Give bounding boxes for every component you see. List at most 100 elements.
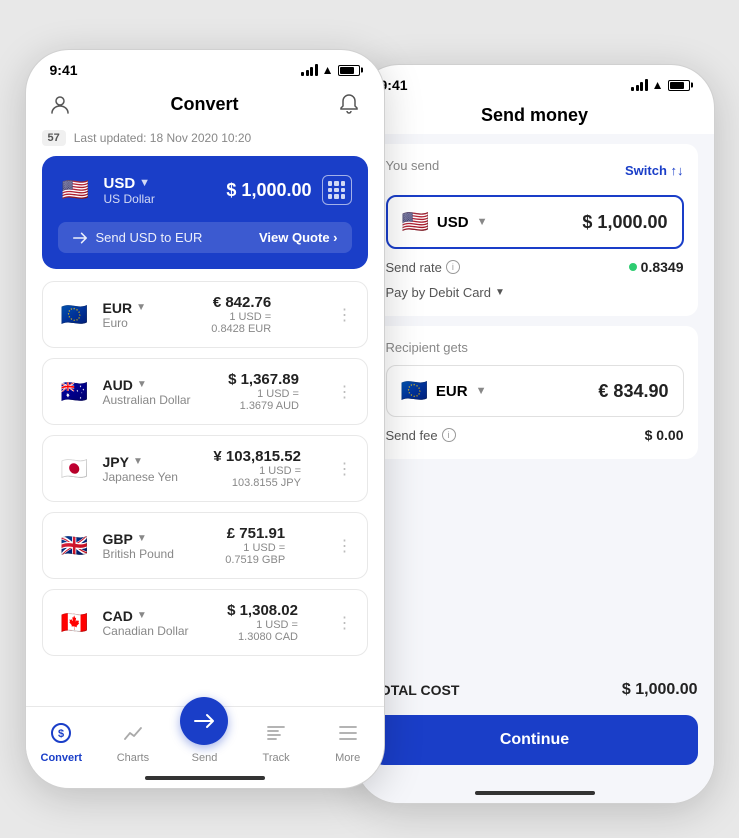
page-title-send: Send money — [481, 105, 588, 126]
home-indicator — [145, 776, 265, 780]
info-icon[interactable]: i — [446, 260, 460, 274]
usd-caret: ▼ — [477, 216, 488, 228]
usd-code-send: USD — [437, 214, 469, 231]
rate-value: 0.8349 — [641, 259, 684, 275]
fee-label: Send fee — [386, 428, 438, 443]
time-left: 9:41 — [50, 62, 78, 78]
more-options-icon[interactable]: ⋮ — [336, 459, 352, 479]
keypad-icon[interactable] — [322, 175, 352, 205]
convert-phone: 9:41 ▲ Conv — [25, 49, 385, 789]
eur-caret: ▼ — [476, 385, 487, 397]
more-options-icon[interactable]: ⋮ — [336, 382, 352, 402]
send-currency-row[interactable]: 🇺🇸 USD ▼ $ 1,000.00 — [386, 195, 684, 249]
rate-dot — [629, 263, 637, 271]
send-usd-to-eur-button[interactable]: Send USD to EUR View Quote › — [58, 222, 352, 253]
main-currency-amount: $ 1,000.00 — [226, 180, 311, 201]
continue-button[interactable]: Continue — [372, 715, 698, 765]
update-badge: 57 — [42, 130, 66, 146]
currency-list: 🇪🇺 EUR ▼ Euro € 842.76 1 USD = 0.8428 — [26, 269, 384, 706]
rate-row: Send rate i 0.8349 — [386, 249, 684, 279]
status-icons-left: ▲ — [301, 63, 359, 77]
nav-bar-send: Send money — [356, 99, 714, 134]
tab-convert-label: Convert — [41, 752, 83, 764]
tab-charts[interactable]: Charts — [97, 717, 169, 764]
tab-convert[interactable]: $ Convert — [26, 717, 98, 764]
battery-icon — [668, 80, 690, 91]
tab-track-label: Track — [263, 752, 290, 764]
total-value: $ 1,000.00 — [622, 681, 698, 699]
page-title-convert: Convert — [170, 94, 238, 115]
main-currency-row: 🇺🇸 USD ▼ US Dollar $ 1,000.00 — [58, 172, 352, 208]
fee-row: Send fee i $ 0.00 — [386, 417, 684, 445]
pay-method-row[interactable]: Pay by Debit Card ▼ — [386, 279, 684, 302]
you-send-label: You send — [386, 158, 440, 173]
recipient-section: Recipient gets 🇪🇺 EUR ▼ € 834.90 Send fe… — [372, 326, 698, 459]
list-item[interactable]: 🇪🇺 EUR ▼ Euro € 842.76 1 USD = 0.8428 — [42, 281, 368, 348]
tab-send[interactable]: Send — [169, 717, 241, 764]
view-quote-btn[interactable]: View Quote › — [259, 230, 338, 245]
battery-icon — [338, 65, 360, 76]
send-amount-value: $ 1,000.00 — [582, 212, 667, 233]
chevron-down-icon: ▼ — [137, 610, 147, 621]
chevron-down-icon: ▼ — [137, 379, 147, 390]
you-send-section: You send Switch ↑↓ 🇺🇸 USD ▼ $ 1,000.00 S… — [372, 144, 698, 316]
recipient-currency-row[interactable]: 🇪🇺 EUR ▼ € 834.90 — [386, 365, 684, 417]
recipient-amount: € 834.90 — [598, 381, 668, 402]
last-updated-text: Last updated: 18 Nov 2020 10:20 — [74, 131, 251, 145]
wifi-icon: ▲ — [322, 63, 334, 77]
main-currency-code[interactable]: USD ▼ — [104, 175, 155, 192]
chevron-down-icon: ▼ — [133, 456, 143, 467]
profile-icon[interactable] — [46, 90, 74, 118]
fee-value: $ 0.00 — [645, 427, 684, 443]
send-rate-label: Send rate — [386, 260, 442, 275]
eur-code-recipient: EUR — [436, 383, 468, 400]
tab-send-label: Send — [192, 752, 218, 764]
list-item[interactable]: 🇯🇵 JPY ▼ Japanese Yen ¥ 103,815.52 1 USD… — [42, 435, 368, 502]
phones-container: 9:41 ▲ Conv — [20, 20, 719, 818]
chevron-down-icon: ▼ — [137, 533, 147, 544]
eur-flag: 🇪🇺 — [57, 297, 93, 333]
more-options-icon[interactable]: ⋮ — [337, 305, 353, 325]
tab-bar: $ Convert Charts — [26, 706, 384, 770]
signal-icon — [631, 79, 648, 91]
charts-icon — [117, 717, 149, 749]
svg-text:$: $ — [58, 728, 64, 740]
total-bar: TOTAL COST $ 1,000.00 — [356, 665, 714, 715]
list-item[interactable]: 🇦🇺 AUD ▼ Australian Dollar $ 1,367.89 1 … — [42, 358, 368, 425]
total-label: TOTAL COST — [372, 682, 460, 698]
more-options-icon[interactable]: ⋮ — [337, 536, 353, 556]
more-icon — [332, 717, 364, 749]
switch-button[interactable]: Switch ↑↓ — [625, 163, 684, 178]
send-circle — [180, 697, 228, 745]
recipient-label: Recipient gets — [386, 340, 684, 355]
send-money-phone: 9:41 ▲ Send money — [355, 64, 715, 804]
more-options-icon[interactable]: ⋮ — [337, 613, 353, 633]
list-item[interactable]: 🇨🇦 CAD ▼ Canadian Dollar $ 1,308.02 1 US… — [42, 589, 368, 656]
main-currency-card: 🇺🇸 USD ▼ US Dollar $ 1,000.00 — [42, 156, 368, 269]
tab-more-label: More — [335, 752, 360, 764]
pay-method-caret: ▼ — [495, 287, 505, 298]
home-indicator-right — [475, 791, 595, 795]
status-icons-right: ▲ — [631, 78, 689, 92]
main-currency-name: US Dollar — [104, 192, 155, 206]
pay-method-label: Pay by Debit Card — [386, 285, 492, 300]
main-currency-left: 🇺🇸 USD ▼ US Dollar — [58, 172, 155, 208]
nav-bar-convert: Convert — [26, 84, 384, 126]
eur-flag-recipient: 🇪🇺 — [401, 378, 428, 404]
list-item[interactable]: 🇬🇧 GBP ▼ British Pound £ 751.91 1 USD = — [42, 512, 368, 579]
tab-more[interactable]: More — [312, 717, 384, 764]
track-icon — [260, 717, 292, 749]
tab-charts-label: Charts — [117, 752, 149, 764]
usd-flag-send: 🇺🇸 — [402, 209, 429, 235]
last-updated-row: 57 Last updated: 18 Nov 2020 10:20 — [26, 126, 384, 156]
usd-flag: 🇺🇸 — [58, 172, 94, 208]
wifi-icon: ▲ — [652, 78, 664, 92]
convert-icon: $ — [45, 717, 77, 749]
fee-info-icon[interactable]: i — [442, 428, 456, 442]
send-screen: You send Switch ↑↓ 🇺🇸 USD ▼ $ 1,000.00 S… — [356, 134, 714, 803]
status-bar-left: 9:41 ▲ — [26, 50, 384, 84]
tab-track[interactable]: Track — [240, 717, 312, 764]
chevron-down-icon: ▼ — [136, 302, 146, 313]
signal-icon — [301, 64, 318, 76]
bell-icon[interactable] — [335, 90, 363, 118]
